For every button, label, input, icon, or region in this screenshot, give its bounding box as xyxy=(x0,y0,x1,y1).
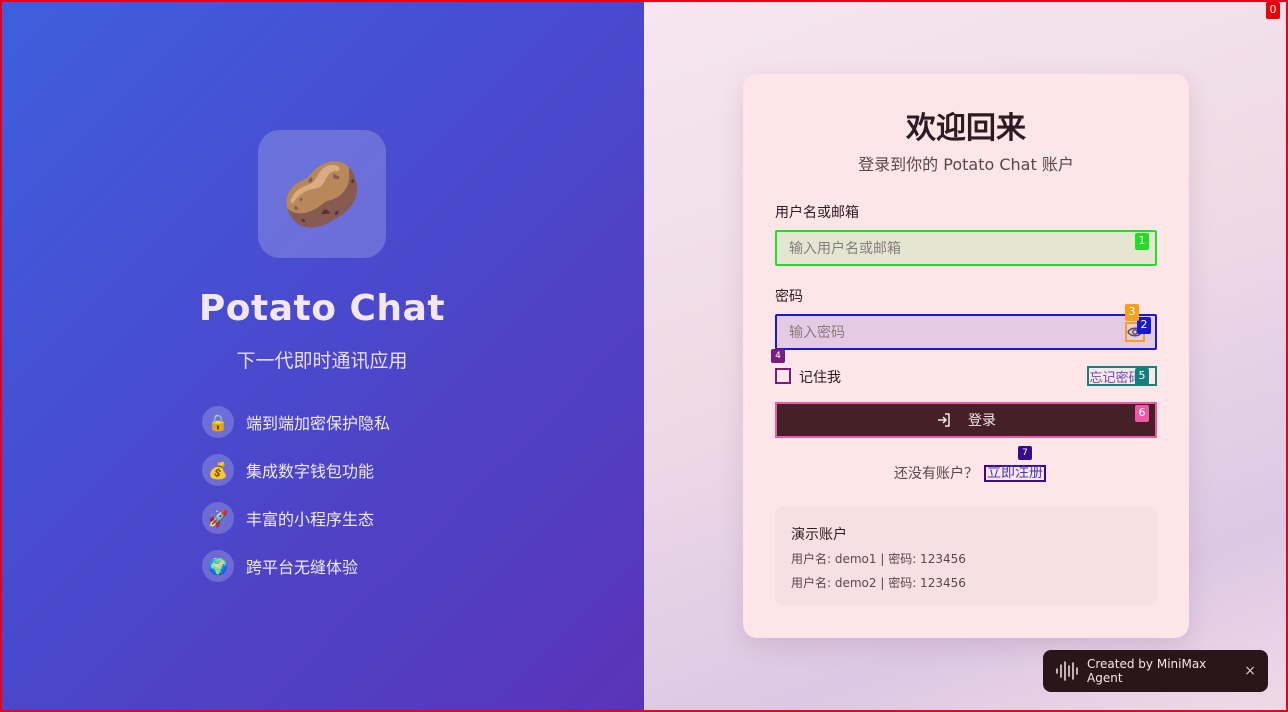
password-input[interactable]: 输入密码 xyxy=(775,314,1157,350)
username-label: 用户名或邮箱 xyxy=(775,205,859,221)
demo-account-line: 用户名: demo2 | 密码: 123456 xyxy=(791,576,966,590)
overlay-tag: 6 xyxy=(1135,405,1149,422)
password-placeholder: 输入密码 xyxy=(789,325,845,341)
globe-icon: 🌍 xyxy=(202,550,234,582)
overlay-tag: 3 xyxy=(1125,304,1139,321)
demo-accounts-title: 演示账户 xyxy=(791,527,847,543)
overlay-tag: 1 xyxy=(1135,233,1149,250)
feature-item: 💰 集成数字钱包功能 xyxy=(202,454,390,486)
feature-list: 🔒 端到端加密保护隐私 💰 集成数字钱包功能 🚀 丰富的小程序生态 🌍 跨平台无… xyxy=(202,406,390,598)
overlay-tag: 7 xyxy=(1018,446,1032,460)
lock-icon: 🔒 xyxy=(202,406,234,438)
overlay-tag: 4 xyxy=(771,349,785,363)
page-subtitle: 登录到你的 Potato Chat 账户 xyxy=(858,155,1074,174)
feature-label: 跨平台无缝体验 xyxy=(246,558,359,577)
login-arrow-icon xyxy=(936,412,952,428)
remember-me-checkbox[interactable] xyxy=(775,368,791,384)
login-button[interactable]: 登录 xyxy=(775,402,1157,438)
overlay-tag: 0 xyxy=(1266,2,1280,19)
username-placeholder: 输入用户名或邮箱 xyxy=(789,241,901,257)
feature-label: 丰富的小程序生态 xyxy=(246,510,375,529)
feature-label: 端到端加密保护隐私 xyxy=(246,414,391,433)
feature-item: 🔒 端到端加密保护隐私 xyxy=(202,406,390,438)
feature-label: 集成数字钱包功能 xyxy=(246,462,375,481)
no-account-text: 还没有账户？ xyxy=(894,466,978,482)
feature-item: 🚀 丰富的小程序生态 xyxy=(202,502,390,534)
login-button-label: 登录 xyxy=(968,413,996,429)
close-icon[interactable]: × xyxy=(1244,663,1256,679)
potato-icon: 🥔 xyxy=(282,157,362,232)
badge-text: Created by MiniMax Agent xyxy=(1087,657,1207,685)
password-label: 密码 xyxy=(775,289,803,305)
logo: 🥔 xyxy=(258,130,386,258)
money-bag-icon: 💰 xyxy=(202,454,234,486)
overlay-tag: 2 xyxy=(1137,317,1151,334)
remember-me-label[interactable]: 记住我 xyxy=(799,367,841,387)
overlay-tag: 5 xyxy=(1135,368,1149,385)
page-title: 欢迎回来 xyxy=(906,111,1026,146)
feature-item: 🌍 跨平台无缝体验 xyxy=(202,550,390,582)
rocket-icon: 🚀 xyxy=(202,502,234,534)
signup-link[interactable]: 立即注册 xyxy=(984,464,1046,482)
brand-tagline: 下一代即时通讯应用 xyxy=(236,350,408,372)
signup-prompt: 还没有账户？ 立即注册 xyxy=(894,463,1046,483)
demo-account-line: 用户名: demo1 | 密码: 123456 xyxy=(791,552,966,566)
brand-title: Potato Chat xyxy=(198,288,446,329)
audio-wave-icon xyxy=(1055,661,1079,681)
username-input[interactable]: 输入用户名或邮箱 xyxy=(775,230,1157,266)
minimax-badge: Created by MiniMax Agent × xyxy=(1043,650,1268,692)
brand-panel: 🥔 Potato Chat 下一代即时通讯应用 🔒 端到端加密保护隐私 💰 集成… xyxy=(0,0,644,712)
